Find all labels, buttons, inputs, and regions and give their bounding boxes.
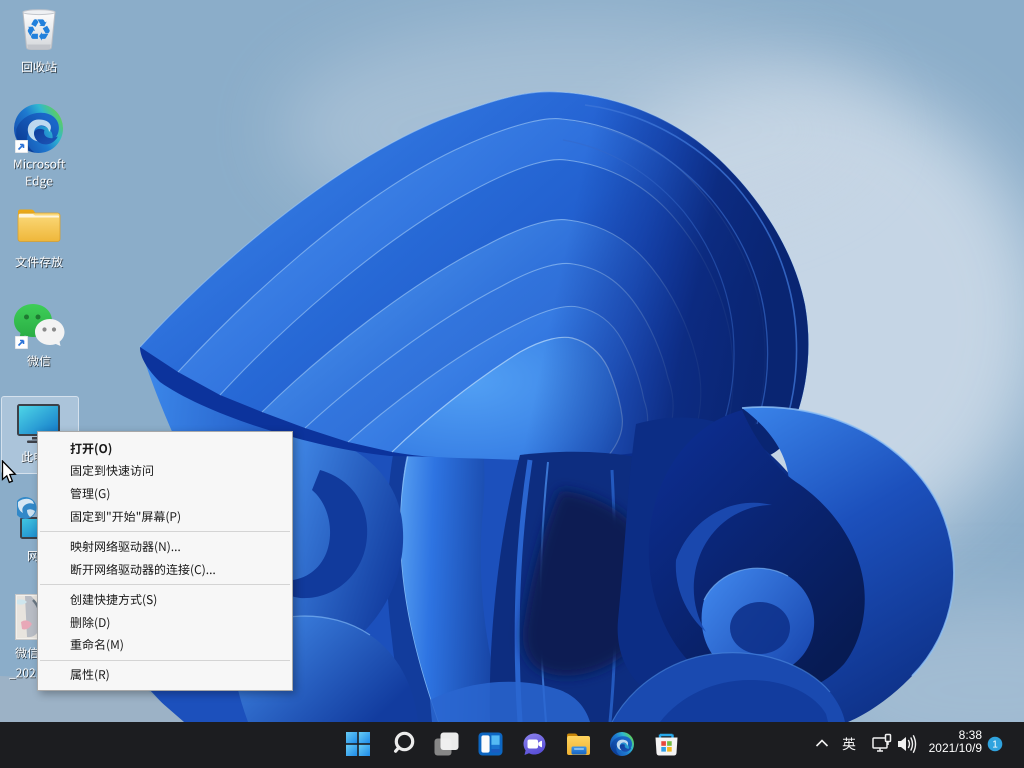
svg-text:1: 1: [992, 739, 998, 750]
